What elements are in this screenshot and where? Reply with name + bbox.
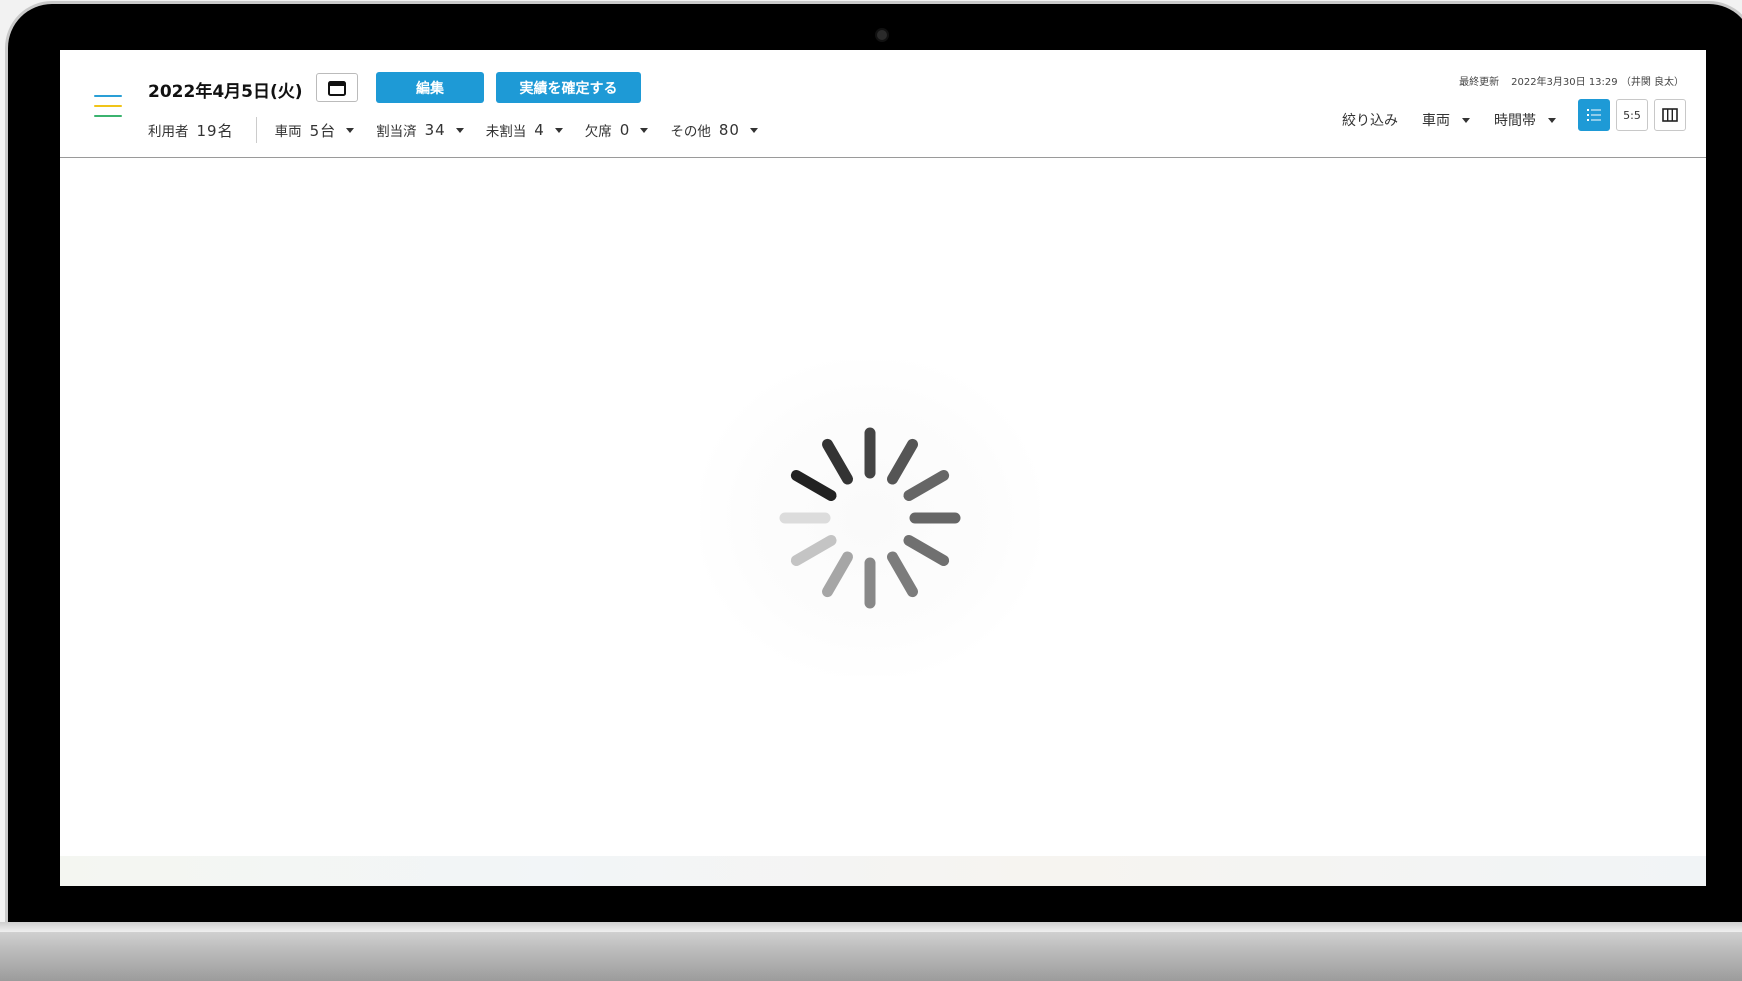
caret-down-icon [554, 127, 563, 133]
columns-view-button[interactable] [1654, 99, 1686, 131]
caret-down-icon [640, 127, 649, 133]
stat-users: 利用者 19名 [148, 121, 234, 141]
caret-down-icon [1548, 117, 1556, 123]
list-view-button[interactable] [1578, 99, 1610, 131]
filter-bar: 絞り込み 車両 時間帯 [1318, 110, 1556, 130]
last-updated: 最終更新 2022年3月30日 13:29 （井関 良太） [1459, 77, 1684, 88]
app-header: 2022年4月5日(火) 編集 実績を確定する 利用者 19名 車両 5台 割当… [60, 50, 1706, 158]
list-icon [1587, 109, 1601, 121]
camera-icon [875, 28, 889, 42]
caret-down-icon [1462, 117, 1470, 123]
columns-icon [1662, 108, 1678, 122]
stat-vehicles-dropdown[interactable]: 車両 5台 [275, 120, 355, 141]
filter-timeslot-dropdown[interactable]: 時間帯 [1494, 110, 1556, 130]
footer-background [60, 856, 1706, 886]
split-view-button[interactable]: 5:5 [1616, 99, 1648, 131]
caret-down-icon [346, 127, 355, 133]
stat-assigned-dropdown[interactable]: 割当済 34 [376, 120, 464, 140]
spinner-icon [779, 427, 961, 609]
summary-stats: 利用者 19名 車両 5台 割当済 34 未割当 4 欠席 0 その他 80 [148, 117, 780, 143]
menu-icon[interactable] [94, 95, 122, 117]
app-screen: 2022年4月5日(火) 編集 実績を確定する 利用者 19名 車両 5台 割当… [60, 50, 1706, 886]
caret-down-icon [455, 127, 464, 133]
stat-absent-dropdown[interactable]: 欠席 0 [585, 120, 649, 140]
filter-vehicle-dropdown[interactable]: 車両 [1422, 110, 1470, 130]
stat-divider [255, 117, 257, 143]
edit-button[interactable]: 編集 [376, 72, 484, 103]
loading-spinner [700, 360, 1040, 676]
stat-other-dropdown[interactable]: その他 80 [670, 120, 758, 140]
stat-unassigned-dropdown[interactable]: 未割当 4 [486, 120, 563, 140]
laptop-base [0, 922, 1742, 981]
filter-narrow-button[interactable]: 絞り込み [1342, 110, 1398, 130]
calendar-icon [328, 80, 346, 96]
confirm-results-button[interactable]: 実績を確定する [496, 72, 641, 103]
view-toggle: 5:5 [1578, 99, 1686, 131]
page-date-title: 2022年4月5日(火) [148, 82, 303, 102]
caret-down-icon [749, 127, 758, 133]
calendar-button[interactable] [316, 73, 358, 102]
